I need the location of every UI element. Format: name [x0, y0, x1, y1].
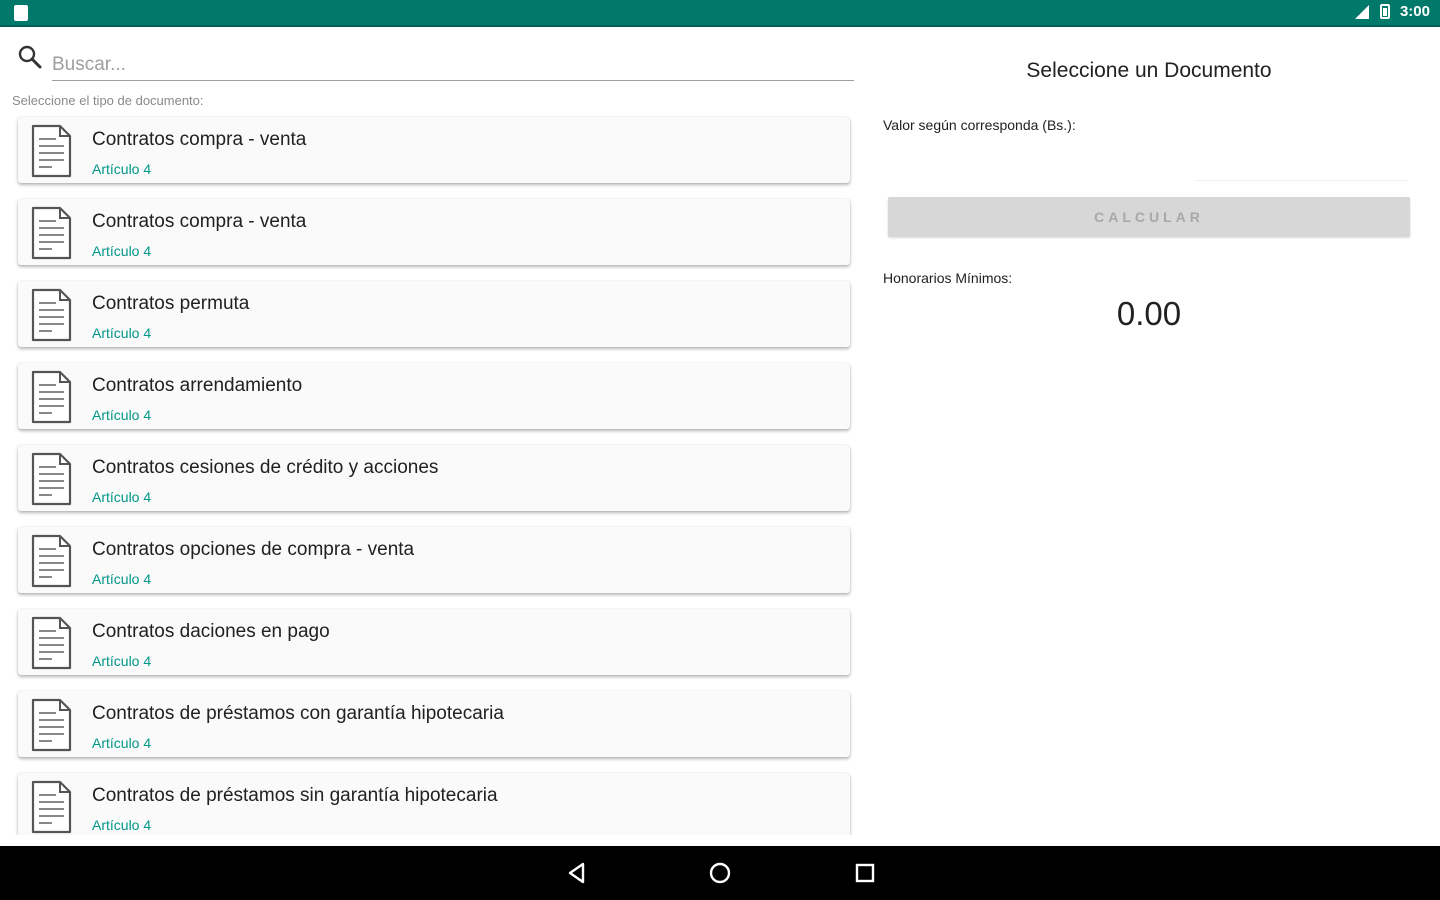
document-item-subtitle: Artículo 4: [92, 735, 152, 751]
document-list-item[interactable]: Contratos arrendamiento Artículo 4: [18, 363, 850, 429]
document-item-title: Contratos opciones de compra - venta: [92, 539, 415, 560]
document-item-title: Contratos compra - venta: [92, 211, 307, 232]
document-list-item[interactable]: Contratos de préstamos sin garantía hipo…: [18, 773, 850, 835]
document-list-pane: Seleccione el tipo de documento: Contrat…: [0, 29, 868, 835]
document-icon: [28, 205, 74, 261]
document-icon: [28, 779, 74, 835]
document-icon: [28, 697, 74, 753]
valor-label: Valor según corresponda (Bs.):: [883, 117, 1076, 133]
document-item-title: Contratos daciones en pago: [92, 621, 330, 642]
sd-card-icon: [14, 5, 28, 21]
calculator-pane: Seleccione un Documento Valor según corr…: [868, 29, 1440, 835]
document-icon: [28, 615, 74, 671]
document-item-subtitle: Artículo 4: [92, 489, 152, 505]
recents-icon[interactable]: [850, 858, 880, 888]
document-item-subtitle: Artículo 4: [92, 817, 152, 833]
document-item-subtitle: Artículo 4: [92, 243, 152, 259]
document-icon: [28, 287, 74, 343]
search-icon[interactable]: [16, 43, 44, 71]
document-item-title: Contratos de préstamos sin garantía hipo…: [92, 785, 498, 806]
document-icon: [28, 533, 74, 589]
battery-icon: [1379, 4, 1390, 19]
search-input[interactable]: [52, 49, 854, 81]
document-item-title: Contratos de préstamos con garantía hipo…: [92, 703, 504, 724]
document-item-subtitle: Artículo 4: [92, 407, 152, 423]
document-list-item[interactable]: Contratos permuta Artículo 4: [18, 281, 850, 347]
document-list-item[interactable]: Contratos compra - venta Artículo 4: [18, 117, 850, 183]
document-item-title: Contratos compra - venta: [92, 129, 307, 150]
document-list-item[interactable]: Contratos opciones de compra - venta Artí…: [18, 527, 850, 593]
document-item-subtitle: Artículo 4: [92, 571, 152, 587]
main-content: Seleccione el tipo de documento: Contrat…: [0, 29, 1440, 846]
document-list-item[interactable]: Contratos compra - venta Artículo 4: [18, 199, 850, 265]
back-icon[interactable]: [562, 858, 592, 888]
signal-icon: [1354, 4, 1369, 19]
status-time: 3:00: [1399, 3, 1430, 20]
document-item-subtitle: Artículo 4: [92, 653, 152, 669]
document-item-subtitle: Artículo 4: [92, 325, 152, 341]
document-icon: [28, 123, 74, 179]
calcular-button[interactable]: CALCULAR: [888, 197, 1410, 237]
document-item-subtitle: Artículo 4: [92, 161, 152, 177]
honorarios-value: 0.00: [1116, 295, 1182, 332]
status-bar: 3:00: [0, 0, 1440, 27]
document-item-title: Contratos permuta: [92, 293, 250, 314]
document-list-item[interactable]: Contratos cesiones de crédito y acciones…: [18, 445, 850, 511]
home-icon[interactable]: [705, 858, 735, 888]
selected-document-title: Seleccione un Documento: [1026, 59, 1272, 82]
document-item-title: Contratos cesiones de crédito y acciones: [92, 457, 439, 478]
document-type-label: Seleccione el tipo de documento:: [12, 93, 204, 108]
document-item-title: Contratos arrendamiento: [92, 375, 303, 396]
document-list-item[interactable]: Contratos daciones en pago Artículo 4: [18, 609, 850, 675]
document-icon: [28, 451, 74, 507]
document-icon: [28, 369, 74, 425]
status-icons: 3:00: [1354, 3, 1430, 20]
search-bar: [14, 41, 854, 83]
navigation-bar: [0, 846, 1440, 900]
valor-input[interactable]: [1196, 157, 1408, 181]
document-list-item[interactable]: Contratos de préstamos con garantía hipo…: [18, 691, 850, 757]
honorarios-label: Honorarios Mínimos:: [883, 270, 1013, 286]
